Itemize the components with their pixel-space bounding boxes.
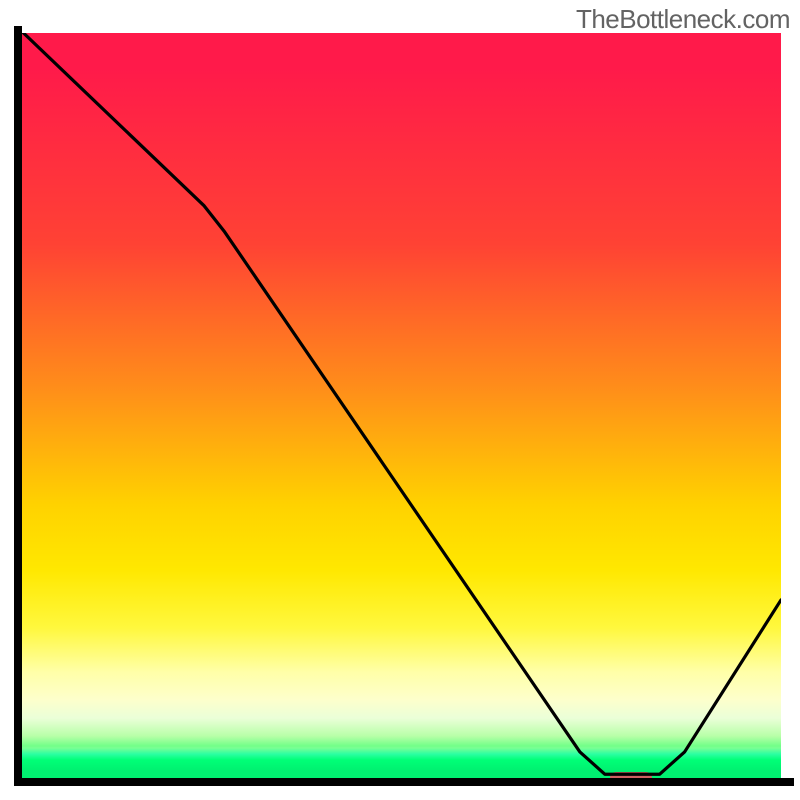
x-axis xyxy=(14,778,794,786)
bottleneck-chart: TheBottleneck.com xyxy=(0,0,800,800)
bottleneck-curve xyxy=(22,33,781,778)
watermark-text: TheBottleneck.com xyxy=(576,4,790,35)
plot-gradient-area xyxy=(22,33,781,778)
curve-path xyxy=(24,33,781,774)
y-axis xyxy=(14,26,22,786)
